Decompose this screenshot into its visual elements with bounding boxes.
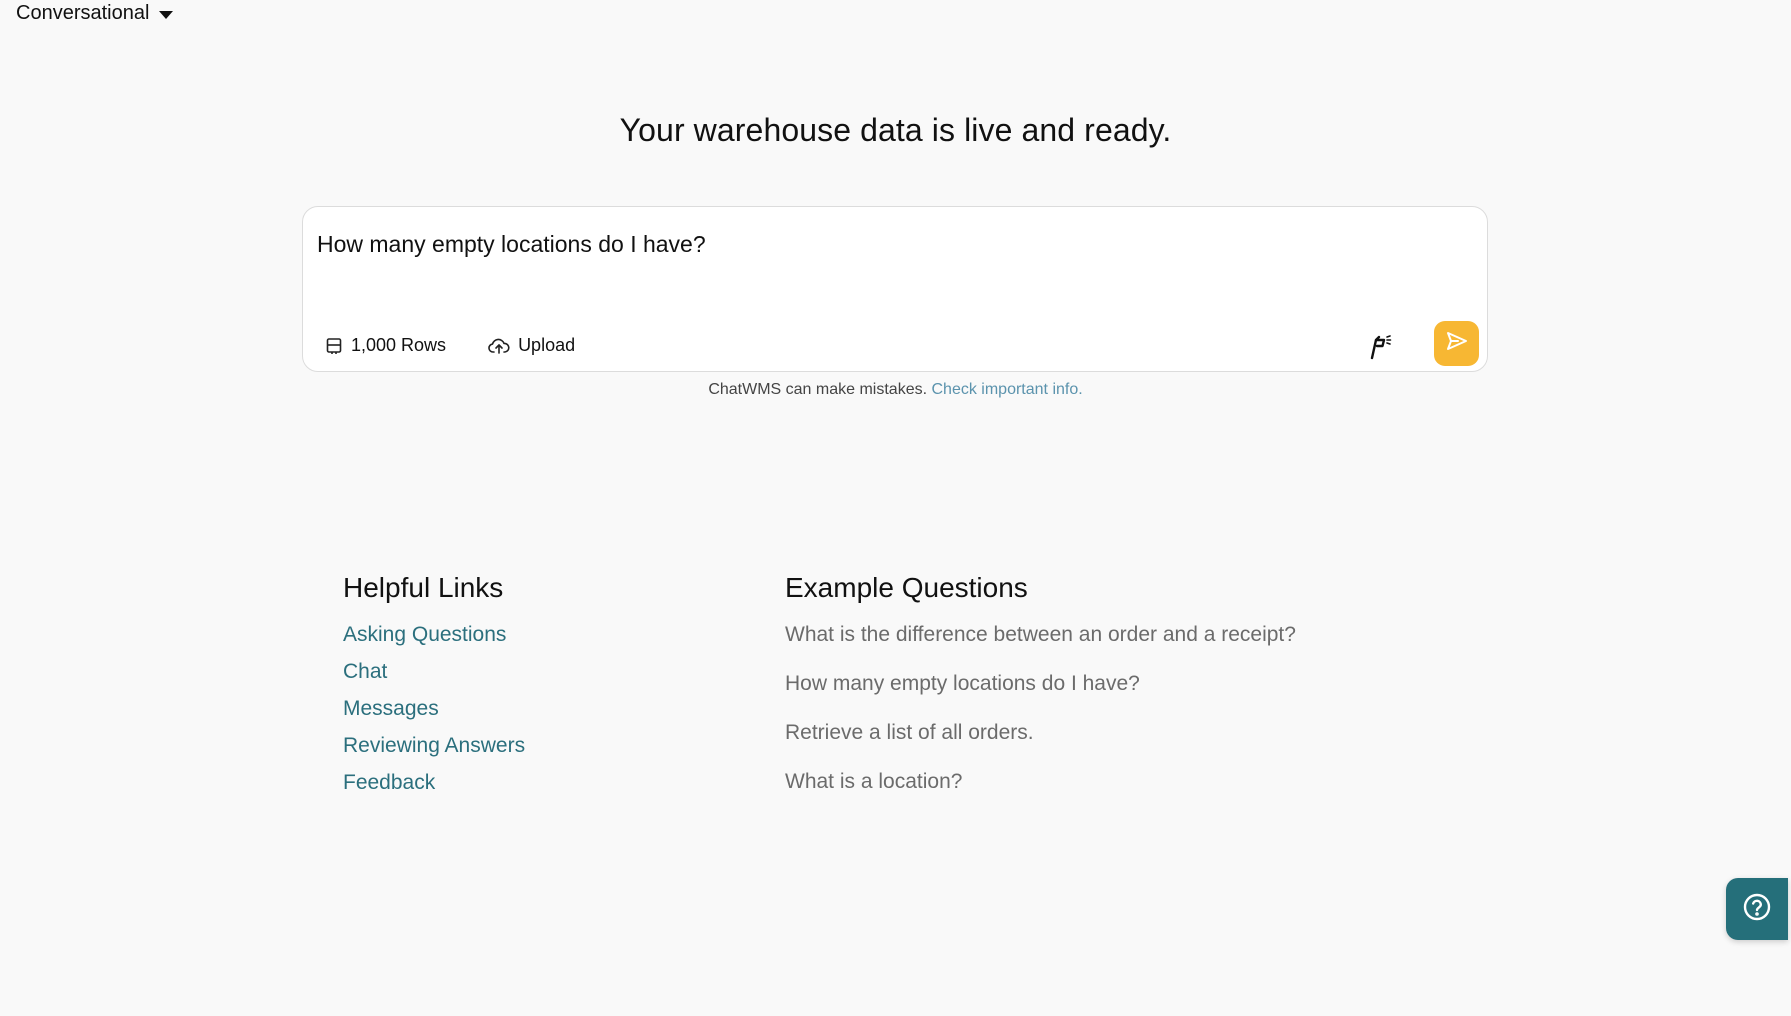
cloud-upload-icon — [488, 337, 510, 355]
chat-input[interactable]: How many empty locations do I have? — [317, 231, 1467, 291]
example-question[interactable]: How many empty locations do I have? — [785, 665, 1485, 714]
mode-label: Conversational — [16, 2, 150, 24]
upload-label: Upload — [518, 335, 576, 355]
link-reviewing-answers[interactable]: Reviewing Answers — [343, 727, 743, 764]
voice-button[interactable] — [1365, 331, 1399, 365]
example-questions-title: Example Questions — [785, 572, 1028, 603]
link-chat[interactable]: Chat — [343, 653, 743, 690]
helpful-links-section: Helpful Links Asking Questions Chat Mess… — [343, 572, 743, 801]
table-icon — [325, 337, 343, 355]
voice-icon — [1367, 332, 1397, 365]
help-button[interactable] — [1726, 878, 1788, 940]
rows-button[interactable]: 1,000 Rows — [325, 335, 446, 356]
mode-selector[interactable]: Conversational — [16, 2, 174, 25]
disclaimer: ChatWMS can make mistakes. Check importa… — [0, 381, 1791, 399]
example-question[interactable]: What is the difference between an order … — [785, 616, 1485, 665]
link-asking-questions[interactable]: Asking Questions — [343, 616, 743, 653]
link-messages[interactable]: Messages — [343, 690, 743, 727]
help-icon — [1742, 892, 1772, 927]
page-title: Your warehouse data is live and ready. — [619, 112, 1172, 148]
disclaimer-text: ChatWMS can make mistakes. — [708, 381, 928, 398]
chat-composer: How many empty locations do I have? 1,00… — [302, 206, 1488, 372]
rows-label: 1,000 Rows — [351, 335, 447, 355]
send-button[interactable] — [1434, 321, 1479, 366]
important-info-link[interactable]: Check important info. — [932, 381, 1083, 398]
example-question[interactable]: What is a location? — [785, 763, 1485, 812]
chevron-down-icon — [159, 10, 174, 19]
example-question[interactable]: Retrieve a list of all orders. — [785, 714, 1485, 763]
example-questions-section: Example Questions What is the difference… — [785, 572, 1485, 812]
send-icon — [1446, 331, 1468, 356]
composer-tools: 1,000 Rows Upload — [325, 335, 575, 356]
helpful-links-title: Helpful Links — [343, 572, 504, 603]
link-feedback[interactable]: Feedback — [343, 764, 743, 801]
upload-button[interactable]: Upload — [488, 335, 575, 356]
